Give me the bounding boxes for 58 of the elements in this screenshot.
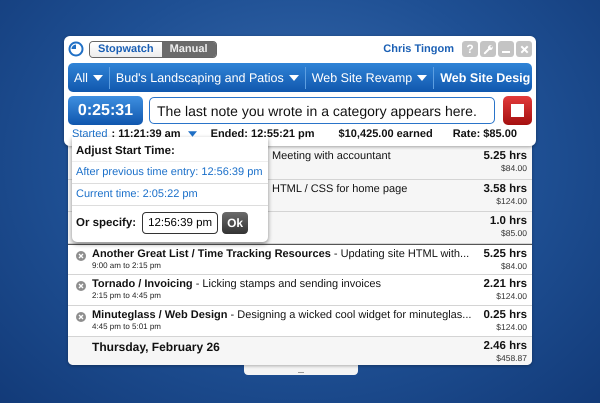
amount-text: $458.87	[496, 353, 527, 363]
drawer-handle[interactable]	[244, 365, 358, 375]
time-input-field[interactable]: 12:56:39 pm	[142, 212, 218, 234]
hours-total: 0.25 hrs	[484, 309, 527, 321]
mode-tab[interactable]: Stopwatch	[90, 42, 162, 56]
amount-text: $124.00	[496, 196, 527, 206]
entry-title[interactable]: Minuteglass / Web Design - Designing a wicked cool widget for minuteglas...	[92, 309, 478, 321]
hours-total: 2.46 hrs	[484, 340, 527, 352]
amount-text: $85.00	[501, 228, 527, 238]
caret-icon	[288, 74, 299, 80]
hours-total: 3.58 hrs	[484, 183, 527, 195]
time-range: 2:15 pm to 4:45 pm	[92, 291, 162, 300]
close-icon	[518, 44, 530, 54]
user-name[interactable]: Chris Tingom	[383, 43, 454, 55]
popover-title: Adjust Start Time:	[75, 144, 176, 159]
minimize-button[interactable]	[498, 41, 514, 57]
entry-description: Meeting with accountant	[272, 150, 392, 162]
hours-total: 5.25 hrs	[484, 150, 527, 162]
day-heading: Thursday, February 26	[92, 340, 221, 354]
remove-icon[interactable]	[76, 251, 86, 261]
earned-amount: $10,425.00 earned	[338, 128, 433, 140]
wrench-icon	[482, 44, 494, 54]
minimize-icon	[502, 50, 510, 54]
time-option-link[interactable]: After previous time entry: 12:56:39 pm	[72, 161, 268, 184]
entry-description: HTML / CSS for home page	[272, 183, 408, 195]
stop-button[interactable]	[503, 96, 532, 125]
close-button[interactable]	[516, 41, 532, 57]
settings-button[interactable]	[480, 41, 496, 57]
hours-total: 1.0 hrs	[490, 215, 527, 227]
remove-icon[interactable]	[76, 281, 86, 291]
entry-title[interactable]: Another Great List / Time Tracking Resources - Updating site HTML with...	[92, 248, 478, 260]
ended-time: Ended: 12:55:21 pm	[210, 128, 315, 140]
amount-text: $124.00	[496, 291, 527, 301]
amount-text: $124.00	[496, 322, 527, 332]
entry-title[interactable]: Tornado / Invoicing - Licking stamps and sending invoices	[92, 278, 478, 290]
note-field[interactable]: The last note you wrote in a category appears here.	[149, 97, 495, 124]
mode-tab[interactable]: Manual	[162, 42, 216, 56]
ok-button[interactable]: Ok	[222, 212, 248, 234]
breadcrumb-item[interactable]: Bud's Landscaping and Patios	[110, 70, 305, 84]
amount-text: $84.00	[501, 261, 527, 271]
time-range: 4:45 pm to 5:01 pm	[92, 322, 162, 331]
hours-total: 5.25 hrs	[484, 248, 527, 260]
specify-label: Or specify:	[76, 217, 136, 229]
time-range: 9:00 am to 2:15 pm	[92, 261, 162, 270]
time-option-link[interactable]: Current time: 2:05:22 pm	[72, 184, 268, 206]
breadcrumb-item[interactable]: Web Site Desig	[434, 70, 530, 84]
caret-icon	[417, 74, 428, 80]
amount-text: $84.00	[501, 163, 527, 173]
hours-total: 2.21 hrs	[484, 278, 527, 290]
caret-icon	[92, 74, 103, 80]
remove-icon[interactable]	[76, 312, 86, 322]
rate-text: Rate: $85.00	[452, 128, 517, 140]
breadcrumb-item[interactable]: All	[68, 70, 109, 84]
stop-icon	[511, 104, 524, 117]
started-dropdown[interactable]: Started : 11:21:39 am	[68, 128, 197, 140]
breadcrumb-item[interactable]: Web Site Revamp	[306, 70, 434, 84]
clock-icon	[68, 41, 84, 57]
timer-button[interactable]: 0:25:31	[68, 96, 143, 125]
